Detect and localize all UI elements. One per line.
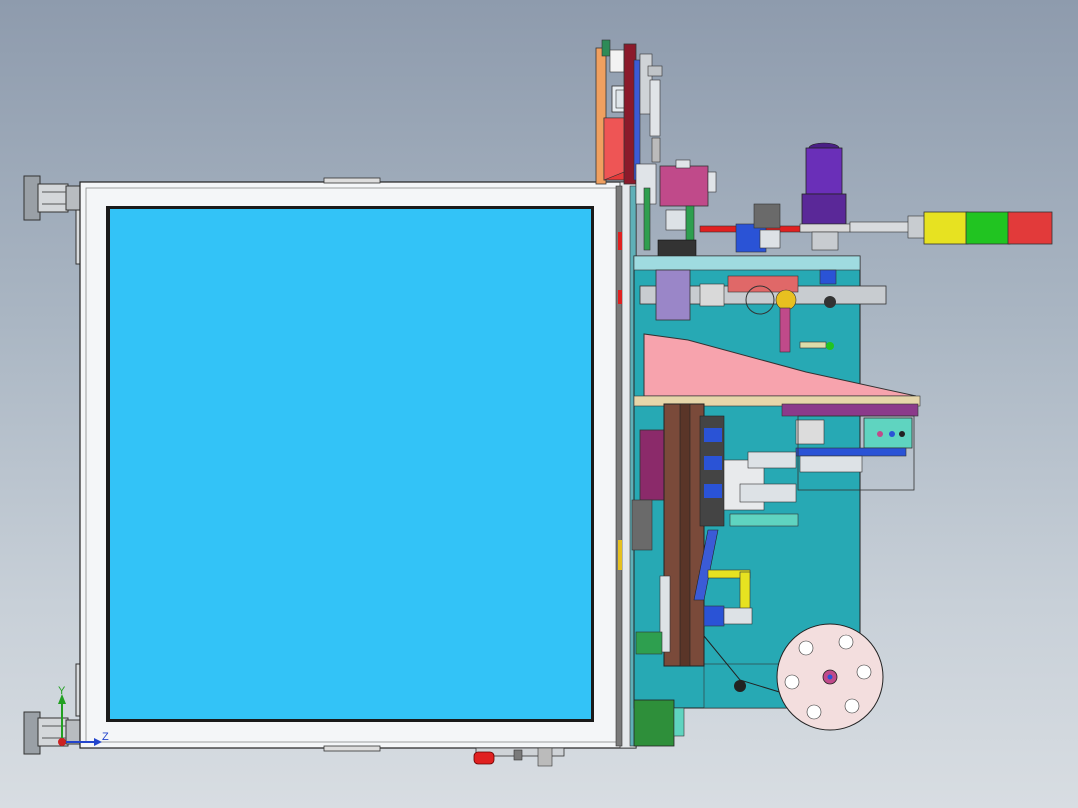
axis-y-label: Y — [58, 685, 66, 697]
feed-reel — [776, 623, 884, 731]
cabinet-window — [106, 206, 594, 722]
bottom-buttons — [473, 747, 565, 767]
leveling-foot-bottom — [23, 663, 83, 755]
tower-light — [849, 211, 1053, 245]
purple-motor — [799, 142, 851, 251]
leveling-foot-top — [23, 175, 83, 265]
top-mast — [595, 39, 663, 185]
upper-mechanism — [635, 159, 811, 257]
machine-assembly-model[interactable] — [0, 0, 1078, 808]
axis-z-label: Z — [102, 731, 109, 743]
cad-viewport[interactable]: Y Z — [0, 0, 1078, 808]
